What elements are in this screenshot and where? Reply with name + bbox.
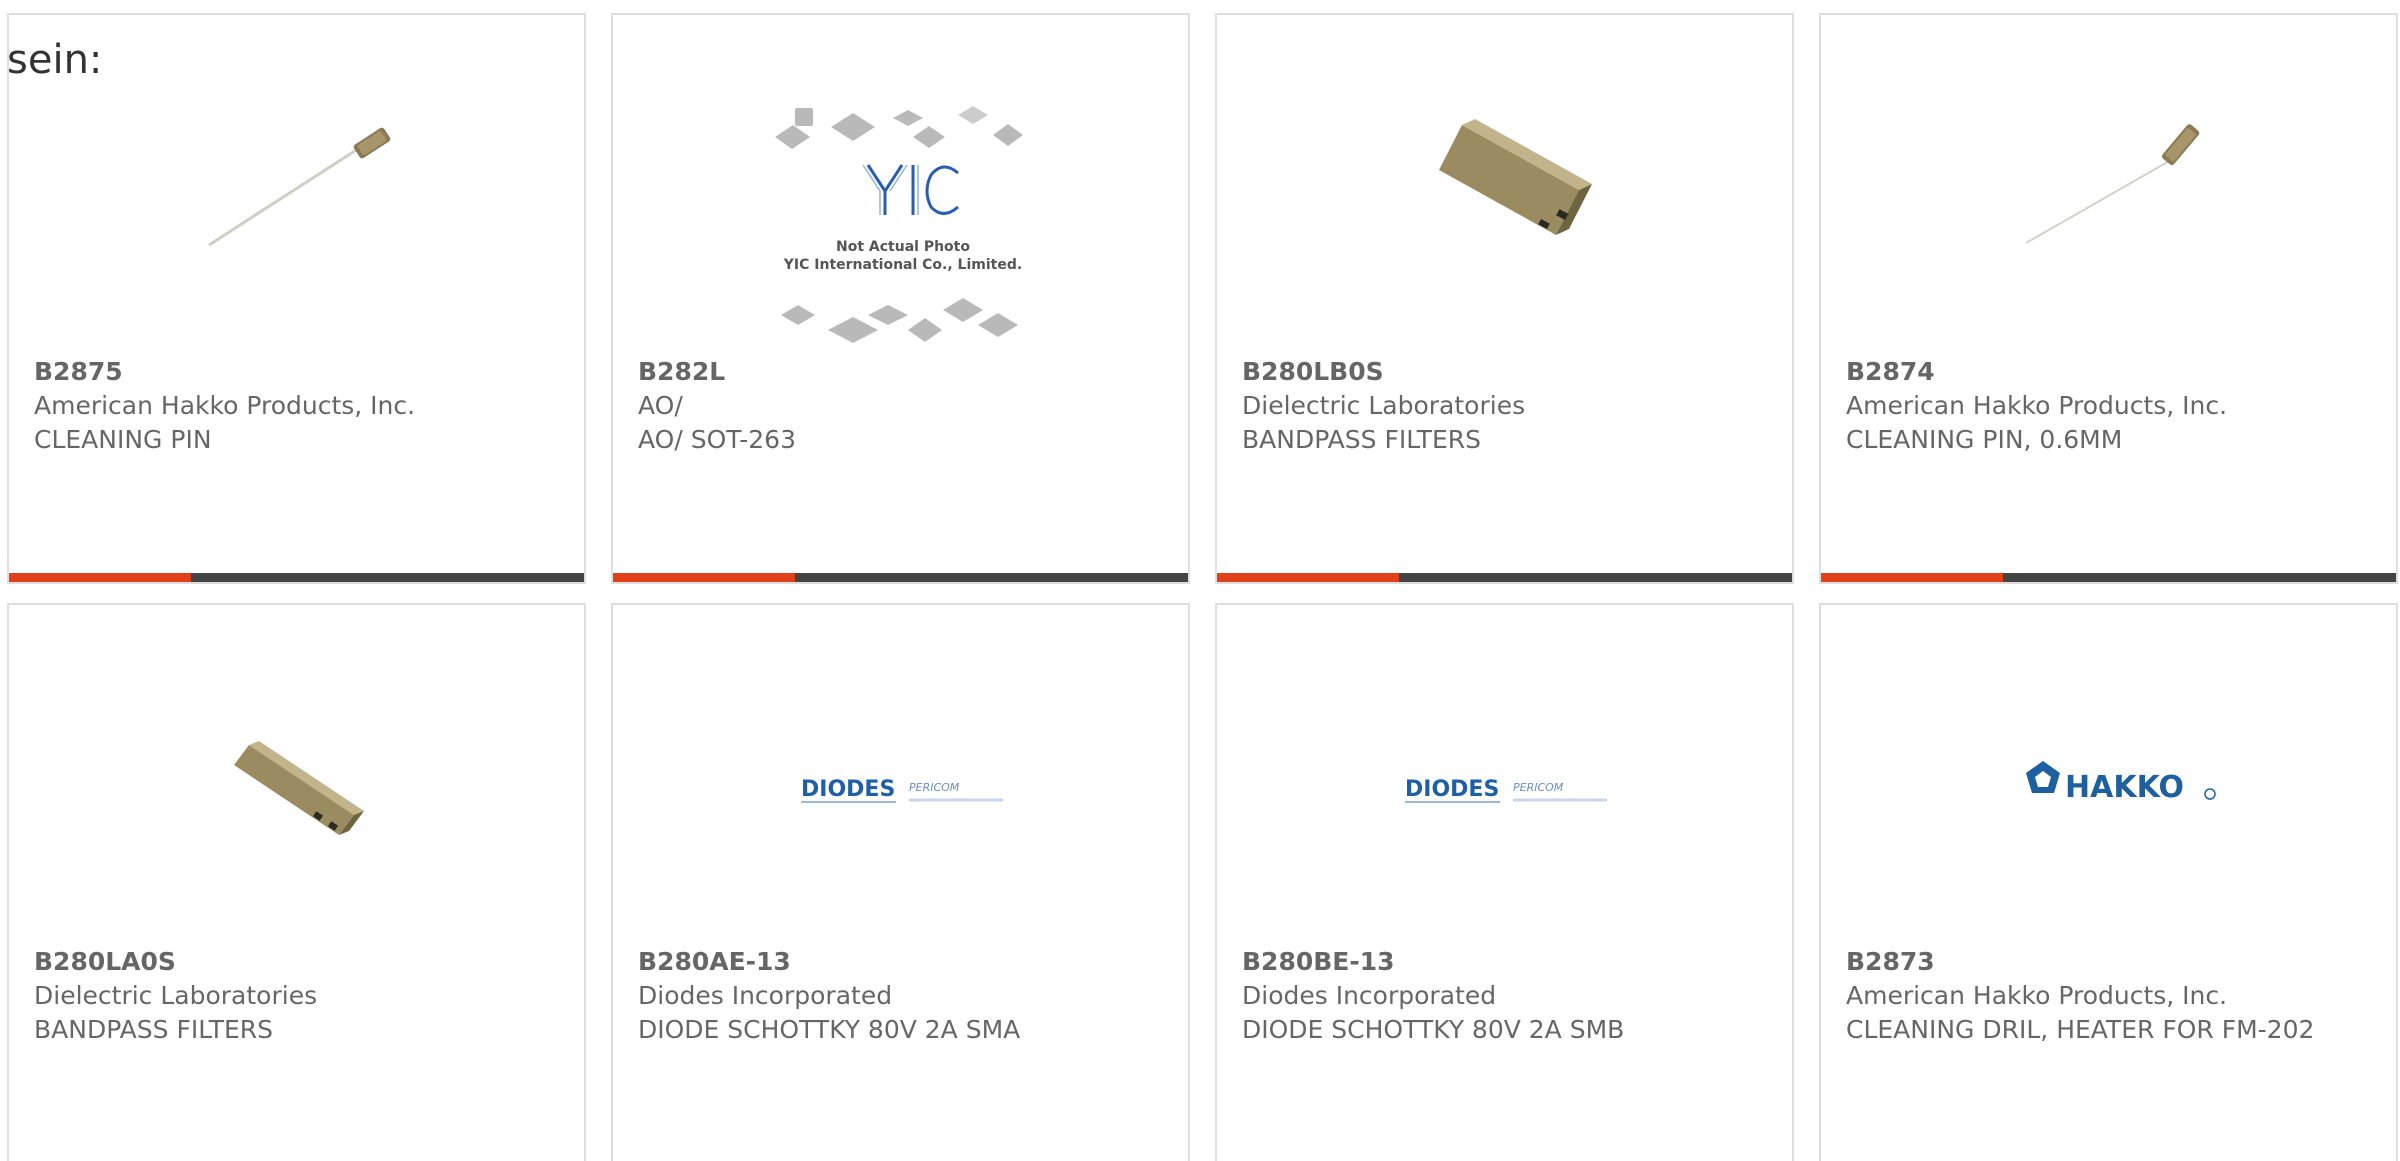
part-number[interactable]: B2873 (1846, 945, 2371, 979)
description: CLEANING DRIL, HEATER FOR FM-202 (1846, 1015, 2315, 1044)
card-bar-accent (9, 573, 191, 582)
manufacturer: Diodes Incorporated (1242, 981, 1497, 1010)
manufacturer: American Hakko Products, Inc. (1846, 391, 2228, 420)
card-bar-accent (1821, 573, 2003, 582)
not-actual-photo-image: Not Actual Photo YIC International Co., … (775, 106, 1023, 343)
svg-text:PERICOM: PERICOM (1513, 781, 1564, 794)
product-image[interactable]: DIODES PERICOM (1217, 605, 1792, 945)
product-card[interactable]: B280LA0S Dielectric Laboratories BANDPAS… (7, 603, 586, 1161)
part-number[interactable]: B280LB0S (1242, 355, 1767, 389)
part-number[interactable]: B280BE-13 (1242, 945, 1767, 979)
product-image[interactable] (1217, 15, 1792, 355)
diodes-pericom-logo: DIODES PERICOM (1405, 777, 1607, 803)
description: DIODE SCHOTTKY 80V 2A SMA (638, 1015, 1021, 1044)
product-image[interactable]: Not Actual Photo YIC International Co., … (613, 15, 1188, 355)
part-number[interactable]: B2875 (34, 355, 559, 389)
diodes-pericom-logo: DIODES PERICOM (801, 777, 1003, 803)
manufacturer: AO/ (638, 391, 683, 420)
manufacturer: American Hakko Products, Inc. (34, 391, 416, 420)
description: AO/ SOT-263 (638, 425, 796, 454)
bandpass-filter-image (234, 741, 364, 835)
hakko-logo: HAKKO (2026, 761, 2216, 805)
manufacturer: Dielectric Laboratories (34, 981, 318, 1010)
part-number[interactable]: B280AE-13 (638, 945, 1163, 979)
description: CLEANING PIN, 0.6MM (1846, 425, 2123, 454)
svg-text:DIODES: DIODES (801, 777, 895, 802)
cleaning-pin-image (2025, 124, 2200, 244)
part-number[interactable]: B2874 (1846, 355, 2371, 389)
product-image[interactable] (9, 605, 584, 945)
svg-text:DIODES: DIODES (1405, 777, 1499, 802)
svg-text:HAKKO: HAKKO (2065, 770, 2184, 805)
description: BANDPASS FILTERS (1242, 425, 1482, 454)
product-card[interactable]: Not Actual Photo YIC International Co., … (611, 13, 1190, 584)
product-image[interactable]: HAKKO (1821, 605, 2396, 945)
manufacturer: Dielectric Laboratories (1242, 391, 1526, 420)
manufacturer: Diodes Incorporated (638, 981, 893, 1010)
manufacturer: American Hakko Products, Inc. (1846, 981, 2228, 1010)
product-card[interactable]: B2875 American Hakko Products, Inc. CLEA… (7, 13, 586, 584)
card-bottom-bar (1821, 573, 2396, 582)
product-card[interactable]: HAKKO B2873 American Hakko Products, Inc… (1819, 603, 2398, 1161)
bandpass-filter-image (1439, 119, 1592, 235)
card-bottom-bar (613, 573, 1188, 582)
card-bar-accent (1217, 573, 1399, 582)
product-image[interactable] (1821, 15, 2396, 355)
description: DIODE SCHOTTKY 80V 2A SMB (1242, 1015, 1625, 1044)
product-card[interactable]: B2874 American Hakko Products, Inc. CLEA… (1819, 13, 2398, 584)
description: CLEANING PIN (34, 425, 212, 454)
description: BANDPASS FILTERS (34, 1015, 274, 1044)
product-card[interactable]: B280LB0S Dielectric Laboratories BANDPAS… (1215, 13, 1794, 584)
svg-text:PERICOM: PERICOM (909, 781, 960, 794)
product-image[interactable]: DIODES PERICOM (613, 605, 1188, 945)
product-card[interactable]: DIODES PERICOM B280AE-13 Diodes Incorpor… (611, 603, 1190, 1161)
product-grid: B2875 American Hakko Products, Inc. CLEA… (7, 13, 2400, 1161)
svg-text:YIC International Co., Limited: YIC International Co., Limited. (783, 257, 1022, 273)
card-bar-accent (613, 573, 795, 582)
svg-text:Not Actual Photo: Not Actual Photo (836, 239, 970, 255)
intro-text: sein: (7, 37, 103, 83)
product-card[interactable]: DIODES PERICOM B280BE-13 Diodes Incorpor… (1215, 603, 1794, 1161)
part-number[interactable]: B282L (638, 355, 1163, 389)
card-bottom-bar (9, 573, 584, 582)
card-bottom-bar (1217, 573, 1792, 582)
part-number[interactable]: B280LA0S (34, 945, 559, 979)
page: B2875 American Hakko Products, Inc. CLEA… (0, 0, 2400, 1161)
